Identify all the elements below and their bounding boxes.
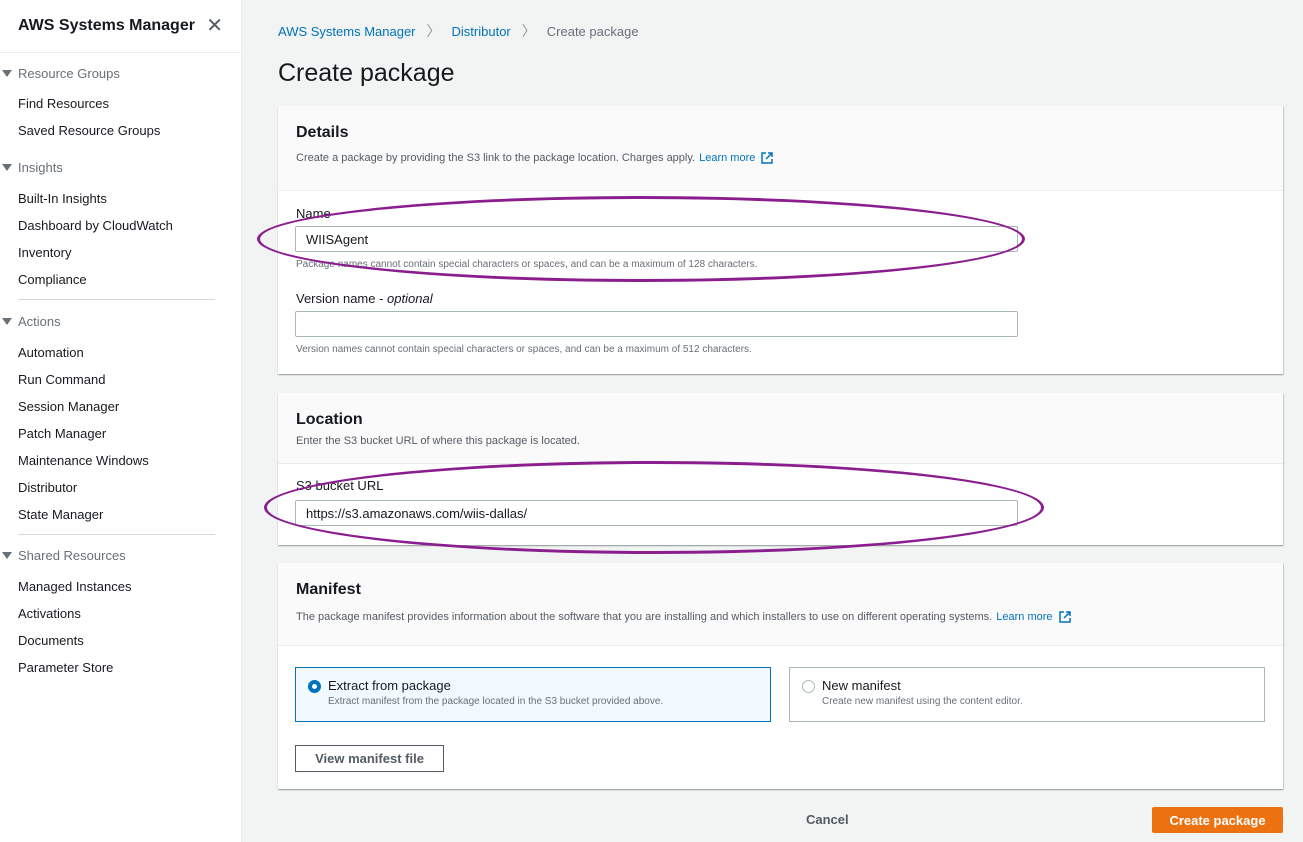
- sidebar-item-saved-resource-groups[interactable]: Saved Resource Groups: [0, 117, 241, 144]
- chevron-right-icon: 〉: [426, 23, 441, 39]
- details-panel: Details Create a package by providing th…: [278, 106, 1283, 374]
- breadcrumb: AWS Systems Manager 〉 Distributor 〉 Crea…: [278, 21, 639, 41]
- sidebar-item-compliance[interactable]: Compliance: [0, 266, 241, 293]
- sidebar-title[interactable]: AWS Systems Manager: [18, 17, 195, 35]
- breadcrumb-distributor[interactable]: Distributor: [452, 24, 511, 39]
- sidebar-section-label: Actions: [18, 313, 61, 329]
- sidebar-section-actions[interactable]: Actions: [0, 311, 241, 331]
- caret-down-icon: [2, 163, 12, 171]
- new-manifest-tile[interactable]: New manifest Create new manifest using t…: [789, 667, 1265, 722]
- sidebar-item-inventory[interactable]: Inventory: [0, 239, 241, 266]
- close-icon[interactable]: ✕: [206, 16, 223, 36]
- sidebar-section-label: Insights: [18, 159, 63, 175]
- sidebar-section-resource-groups[interactable]: Resource Groups: [0, 63, 241, 83]
- sidebar-header: AWS Systems Manager ✕: [0, 0, 241, 53]
- tile-subtitle: Extract manifest from the package locate…: [328, 696, 664, 707]
- extract-from-package-tile[interactable]: Extract from package Extract manifest fr…: [295, 667, 771, 722]
- details-title: Details: [296, 124, 349, 141]
- caret-down-icon: [2, 69, 12, 77]
- sidebar-item-state-manager[interactable]: State Manager: [0, 501, 241, 528]
- learn-more-link[interactable]: Learn more: [699, 152, 774, 164]
- cancel-button[interactable]: Cancel: [806, 812, 849, 827]
- optional-tag: optional: [387, 291, 433, 306]
- sidebar-item-parameter-store[interactable]: Parameter Store: [0, 654, 241, 681]
- version-hint: Version names cannot contain special cha…: [296, 344, 752, 355]
- name-input[interactable]: [295, 226, 1018, 252]
- page-title: Create package: [278, 59, 455, 87]
- side-navigation: AWS Systems Manager ✕ Resource Groups Fi…: [0, 0, 242, 842]
- caret-down-icon: [2, 317, 12, 325]
- sidebar-item-patch-manager[interactable]: Patch Manager: [0, 420, 241, 447]
- sidebar-item-automation[interactable]: Automation: [0, 339, 241, 366]
- name-label: Name: [296, 206, 331, 221]
- create-package-button[interactable]: Create package: [1152, 807, 1283, 833]
- learn-more-link[interactable]: Learn more: [996, 611, 1071, 623]
- location-panel: Location Enter the S3 bucket URL of wher…: [278, 393, 1283, 545]
- view-manifest-button[interactable]: View manifest file: [295, 745, 444, 772]
- sidebar-section-shared-resources[interactable]: Shared Resources: [0, 545, 241, 565]
- manifest-panel: Manifest The package manifest provides i…: [278, 563, 1283, 789]
- chevron-right-icon: 〉: [521, 23, 536, 39]
- details-description: Create a package by providing the S3 lin…: [296, 152, 1265, 164]
- caret-down-icon: [2, 551, 12, 559]
- sidebar-section-label: Shared Resources: [18, 547, 126, 563]
- external-link-icon: [761, 152, 774, 164]
- sidebar-item-built-in-insights[interactable]: Built-In Insights: [0, 185, 241, 212]
- sidebar-item-activations[interactable]: Activations: [0, 600, 241, 627]
- version-label-text: Version name -: [296, 291, 388, 306]
- radio-selected-icon[interactable]: [308, 680, 321, 693]
- sidebar-item-managed-instances[interactable]: Managed Instances: [0, 573, 241, 600]
- s3-url-label: S3 bucket URL: [296, 478, 384, 493]
- external-link-icon: [1058, 611, 1071, 623]
- name-hint: Package names cannot contain special cha…: [296, 259, 758, 270]
- details-description-text: Create a package by providing the S3 lin…: [296, 152, 696, 164]
- manifest-description: The package manifest provides informatio…: [296, 611, 1265, 623]
- learn-more-label: Learn more: [996, 611, 1053, 623]
- sidebar-item-distributor[interactable]: Distributor: [0, 474, 241, 501]
- version-label: Version name - optional: [296, 291, 433, 306]
- location-header: Location Enter the S3 bucket URL of wher…: [278, 393, 1283, 464]
- tile-title: Extract from package: [328, 678, 451, 693]
- sidebar-section-label: Resource Groups: [18, 65, 120, 81]
- sidebar-item-documents[interactable]: Documents: [0, 627, 241, 654]
- manifest-header: Manifest The package manifest provides i…: [278, 563, 1283, 646]
- radio-unselected-icon[interactable]: [802, 680, 815, 693]
- manifest-description-text: The package manifest provides informatio…: [296, 611, 993, 623]
- breadcrumb-systems-manager[interactable]: AWS Systems Manager: [278, 24, 416, 39]
- tile-title: New manifest: [822, 678, 901, 693]
- sidebar-item-dashboard-by-cloudwatch[interactable]: Dashboard by CloudWatch: [0, 212, 241, 239]
- breadcrumb-current: Create package: [546, 23, 639, 39]
- sidebar-item-run-command[interactable]: Run Command: [0, 366, 241, 393]
- details-header: Details Create a package by providing th…: [278, 106, 1283, 191]
- sidebar-section-insights[interactable]: Insights: [0, 157, 241, 177]
- sidebar-item-session-manager[interactable]: Session Manager: [0, 393, 241, 420]
- s3-url-input[interactable]: [295, 500, 1018, 526]
- version-input[interactable]: [295, 311, 1018, 337]
- manifest-title: Manifest: [296, 581, 361, 598]
- tile-subtitle: Create new manifest using the content ed…: [822, 696, 1023, 707]
- location-description: Enter the S3 bucket URL of where this pa…: [296, 435, 580, 447]
- sidebar-item-maintenance-windows[interactable]: Maintenance Windows: [0, 447, 241, 474]
- location-title: Location: [296, 411, 363, 428]
- learn-more-label: Learn more: [699, 152, 756, 164]
- sidebar-item-find-resources[interactable]: Find Resources: [0, 90, 241, 117]
